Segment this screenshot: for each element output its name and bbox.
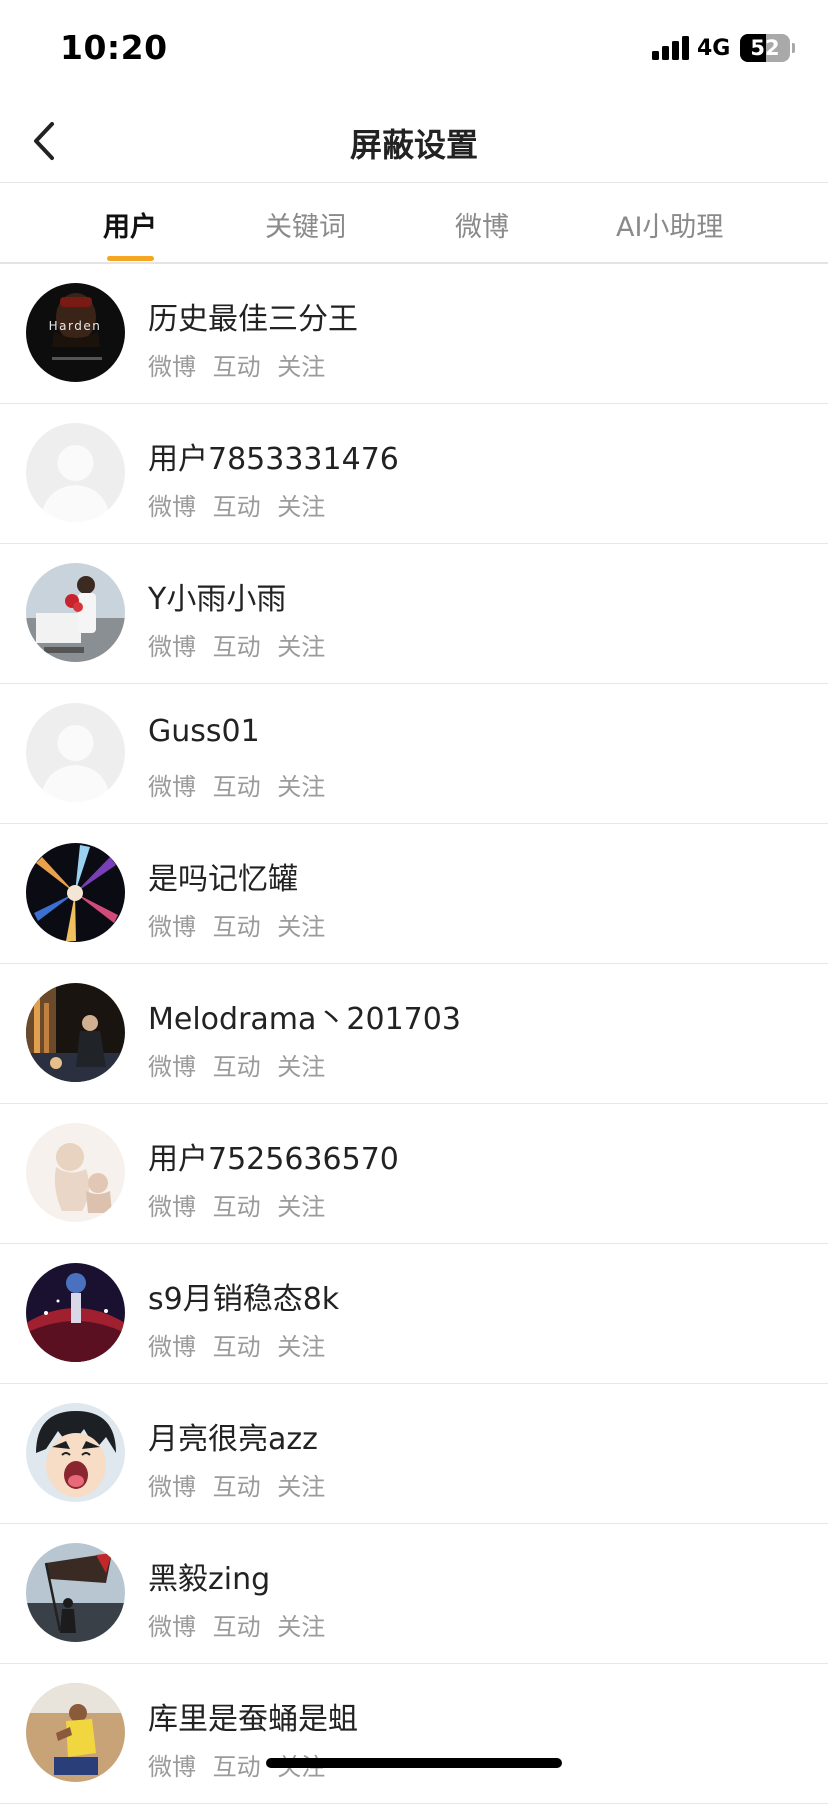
list-item[interactable]: Melodrama丶201703 微博 互动 关注 (0, 964, 828, 1104)
block-options: 微博 互动 关注 (148, 1327, 334, 1362)
list-item[interactable]: 用户7525636570 微博 互动 关注 (0, 1104, 828, 1244)
network-type: 4G (697, 36, 731, 61)
user-name: 用户7525636570 (148, 1142, 399, 1177)
list-item[interactable]: Harden 历史最佳三分王 微博 互动 关注 (0, 264, 828, 404)
block-options: 微博 互动 关注 (148, 487, 334, 522)
avatar[interactable] (26, 1403, 125, 1502)
list-item[interactable]: 是吗记忆罐 微博 互动 关注 (0, 824, 828, 964)
block-interact-option[interactable]: 互动 (213, 913, 261, 941)
avatar[interactable] (26, 703, 125, 802)
user-name: 是吗记忆罐 (148, 862, 298, 897)
block-interact-option[interactable]: 互动 (213, 353, 261, 381)
tab-keywords[interactable]: 关键词 (265, 205, 346, 244)
block-options: 微博 互动 关注 (148, 1467, 334, 1502)
block-weibo-option[interactable]: 微博 (148, 493, 196, 521)
block-options: 微博 互动 关注 (148, 1187, 334, 1222)
avatar[interactable] (26, 423, 125, 522)
list-item[interactable]: s9月销稳态8k 微博 互动 关注 (0, 1244, 828, 1384)
user-name: 月亮很亮azz (148, 1422, 318, 1457)
user-name: Guss01 (148, 714, 260, 749)
tab-bar: 用户 关键词 微博 AI小助理 (0, 183, 828, 263)
block-follow-option[interactable]: 关注 (277, 1473, 325, 1501)
block-follow-option[interactable]: 关注 (277, 1613, 325, 1641)
avatar[interactable]: Harden (26, 283, 125, 382)
block-interact-option[interactable]: 互动 (213, 1753, 261, 1781)
block-weibo-option[interactable]: 微博 (148, 913, 196, 941)
block-weibo-option[interactable]: 微博 (148, 1473, 196, 1501)
list-item[interactable]: 黑毅zing 微博 互动 关注 (0, 1524, 828, 1664)
status-time: 10:20 (60, 28, 168, 67)
tab-ai-assistant[interactable]: AI小助理 (616, 205, 723, 244)
block-follow-option[interactable]: 关注 (277, 773, 325, 801)
block-follow-option[interactable]: 关注 (277, 1053, 325, 1081)
blocked-user-list: Harden 历史最佳三分王 微博 互动 关注 用户7853331476 微博 … (0, 264, 828, 1804)
block-options: 微博 互动 关注 (148, 1047, 334, 1082)
user-name: 黑毅zing (148, 1562, 271, 1597)
cellular-signal-icon (652, 36, 690, 60)
avatar[interactable] (26, 1123, 125, 1222)
list-item[interactable]: 月亮很亮azz 微博 互动 关注 (0, 1384, 828, 1524)
avatar[interactable] (26, 1263, 125, 1362)
block-interact-option[interactable]: 互动 (213, 1333, 261, 1361)
block-follow-option[interactable]: 关注 (277, 633, 325, 661)
block-interact-option[interactable]: 互动 (213, 1053, 261, 1081)
block-follow-option[interactable]: 关注 (277, 1193, 325, 1221)
block-interact-option[interactable]: 互动 (213, 773, 261, 801)
list-item[interactable]: Guss01 微博 互动 关注 (0, 684, 828, 824)
avatar-caption: Harden (49, 319, 102, 333)
list-item[interactable]: 库里是蚕蛹是蛆 微博 互动 关注 (0, 1664, 828, 1804)
user-name: Y小雨小雨 (148, 582, 287, 617)
battery-level: 52 (750, 36, 780, 60)
tab-weibo[interactable]: 微博 (455, 205, 509, 244)
user-name: 库里是蚕蛹是蛆 (148, 1702, 358, 1737)
block-follow-option[interactable]: 关注 (277, 1333, 325, 1361)
block-interact-option[interactable]: 互动 (213, 1613, 261, 1641)
avatar[interactable] (26, 1683, 125, 1782)
block-weibo-option[interactable]: 微博 (148, 1753, 196, 1781)
block-weibo-option[interactable]: 微博 (148, 1613, 196, 1641)
user-name: Melodrama丶201703 (148, 1002, 461, 1037)
avatar[interactable] (26, 563, 125, 662)
block-interact-option[interactable]: 互动 (213, 493, 261, 521)
tab-users[interactable]: 用户 (103, 205, 157, 244)
block-weibo-option[interactable]: 微博 (148, 773, 196, 801)
avatar[interactable] (26, 843, 125, 942)
page-title: 屏蔽设置 (349, 126, 478, 164)
user-name: 历史最佳三分王 (148, 302, 358, 337)
block-interact-option[interactable]: 互动 (213, 1193, 261, 1221)
block-weibo-option[interactable]: 微博 (148, 633, 196, 661)
block-options: 微博 互动 关注 (148, 1607, 334, 1642)
list-item[interactable]: 用户7853331476 微博 互动 关注 (0, 404, 828, 544)
block-weibo-option[interactable]: 微博 (148, 1193, 196, 1221)
block-options: 微博 互动 关注 (148, 627, 334, 662)
battery-tip (792, 43, 795, 53)
block-options: 微博 互动 关注 (148, 767, 334, 802)
block-options: 微博 互动 关注 (148, 907, 334, 942)
list-item[interactable]: Y小雨小雨 微博 互动 关注 (0, 544, 828, 684)
block-weibo-option[interactable]: 微博 (148, 353, 196, 381)
block-weibo-option[interactable]: 微博 (148, 1053, 196, 1081)
block-follow-option[interactable]: 关注 (277, 353, 325, 381)
block-follow-option[interactable]: 关注 (277, 913, 325, 941)
battery-icon: 52 (740, 34, 790, 62)
block-interact-option[interactable]: 互动 (213, 633, 261, 661)
active-tab-indicator (107, 256, 154, 261)
nav-bar: 屏蔽设置 (0, 100, 828, 182)
block-interact-option[interactable]: 互动 (213, 1473, 261, 1501)
home-indicator[interactable] (266, 1758, 562, 1768)
block-follow-option[interactable]: 关注 (277, 493, 325, 521)
block-options: 微博 互动 关注 (148, 347, 334, 382)
block-weibo-option[interactable]: 微博 (148, 1333, 196, 1361)
user-name: 用户7853331476 (148, 442, 399, 477)
avatar[interactable] (26, 1543, 125, 1642)
user-name: s9月销稳态8k (148, 1282, 340, 1317)
avatar[interactable] (26, 983, 125, 1082)
status-bar: 10:20 4G 52 (0, 0, 828, 100)
